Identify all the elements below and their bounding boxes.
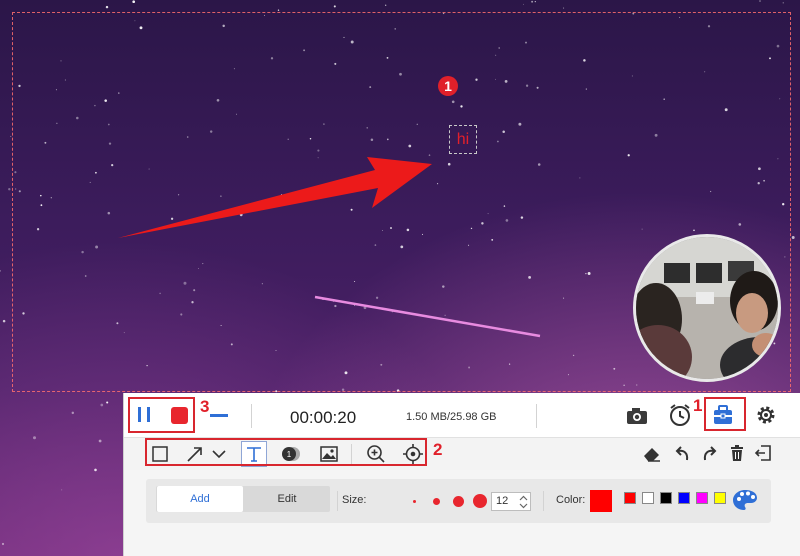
separator xyxy=(536,404,537,428)
separator xyxy=(337,491,338,511)
size-option-medium[interactable] xyxy=(453,496,464,507)
schedule-clock-icon[interactable] xyxy=(668,403,692,427)
mode-tabs: Add Edit xyxy=(156,486,330,512)
callout-number-2: 2 xyxy=(433,440,443,459)
recording-control-panel: 3 00:00:20 1.50 MB/25.98 GB 1 1 2 Add Ed… xyxy=(123,393,800,556)
webcam-overlay[interactable] xyxy=(633,234,781,382)
size-label: Size: xyxy=(342,494,367,506)
palette-swatch[interactable] xyxy=(678,492,690,504)
step-number-marker[interactable]: 1 xyxy=(438,76,458,96)
palette-swatch[interactable] xyxy=(696,492,708,504)
palette-swatch[interactable] xyxy=(624,492,636,504)
size-option-small[interactable] xyxy=(433,498,440,505)
callout-box-3 xyxy=(128,397,195,433)
drawn-arrow[interactable] xyxy=(118,157,432,238)
callout-number-1: 1 xyxy=(693,396,703,415)
palette-swatch[interactable] xyxy=(660,492,672,504)
redo-icon[interactable] xyxy=(701,444,719,462)
main-toolbar: 3 00:00:20 1.50 MB/25.98 GB 1 xyxy=(124,393,800,438)
color-label: Color: xyxy=(556,494,586,506)
size-value: 12 xyxy=(496,495,509,507)
callout-box-1 xyxy=(704,397,746,431)
size-stepper[interactable]: 12 xyxy=(491,492,531,511)
settings-gear-icon[interactable] xyxy=(755,404,777,426)
file-size: 1.50 MB/25.98 GB xyxy=(406,411,497,423)
exit-annotation-icon[interactable] xyxy=(754,444,772,462)
recording-timer: 00:00:20 xyxy=(290,408,357,427)
separator xyxy=(251,404,252,428)
text-annotation[interactable]: hi xyxy=(449,125,477,154)
shooting-star xyxy=(314,295,541,338)
minimize-button[interactable] xyxy=(210,414,228,417)
webcam-feed xyxy=(636,237,778,379)
size-option-large[interactable] xyxy=(473,494,487,508)
palette-swatch[interactable] xyxy=(642,492,654,504)
current-color-swatch[interactable] xyxy=(590,490,612,512)
tool-options-bar: Add Edit Size: 12 Color: xyxy=(146,479,771,523)
callout-number-3: 3 xyxy=(200,397,210,416)
drawing-tools-bar: 1 2 xyxy=(124,438,800,470)
size-option-tiny[interactable] xyxy=(413,500,416,503)
stepper-arrows-icon[interactable] xyxy=(518,494,529,510)
eraser-icon[interactable] xyxy=(642,444,662,462)
trash-icon[interactable] xyxy=(729,444,745,462)
callout-box-2 xyxy=(145,438,427,466)
color-picker-palette-icon[interactable] xyxy=(732,488,758,512)
tab-edit[interactable]: Edit xyxy=(252,486,322,512)
tab-add[interactable]: Add xyxy=(157,486,243,512)
camera-icon[interactable] xyxy=(626,406,648,426)
palette-swatch[interactable] xyxy=(714,492,726,504)
undo-icon[interactable] xyxy=(673,444,691,462)
separator xyxy=(543,491,544,511)
